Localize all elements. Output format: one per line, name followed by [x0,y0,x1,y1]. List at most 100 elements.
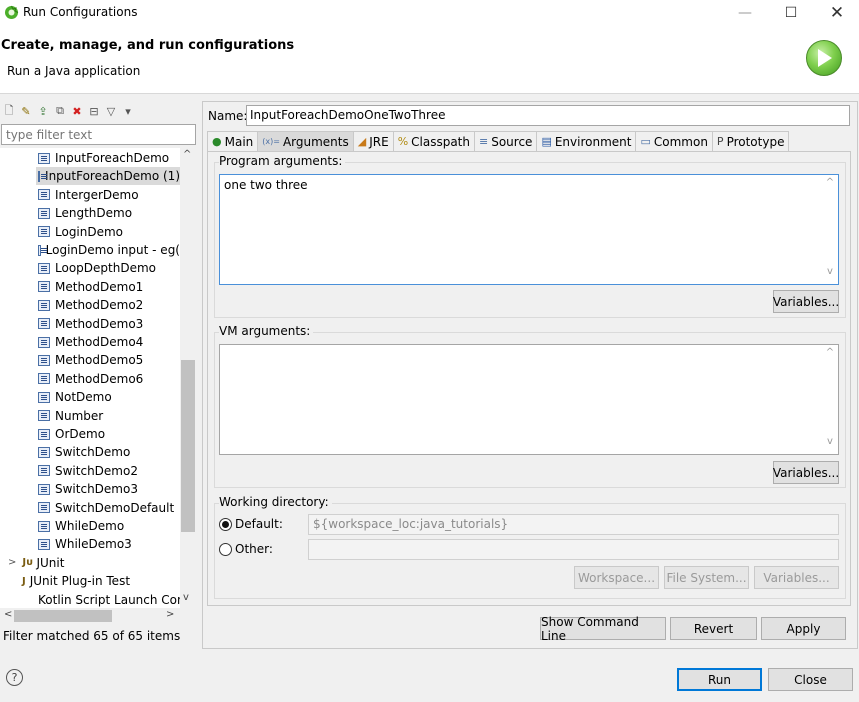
tree-item[interactable]: InputForeachDemo (1) [36,167,180,186]
tree-item[interactable]: LoginDemo input - eg( [36,241,180,259]
java-app-icon [38,410,50,422]
java-app-icon [38,299,50,311]
duplicate-icon[interactable]: ⧉ [53,104,67,118]
working-dir-variables-button[interactable]: Variables... [754,566,839,589]
java-app-icon [38,336,50,348]
tab-classpath[interactable]: % Classpath [392,131,475,151]
tree-item-label: MethodDemo4 [55,335,144,349]
tree-item[interactable]: WhileDemo [36,517,180,535]
tree-item[interactable]: LoginDemo [36,223,180,241]
filter-icon[interactable]: ▽ [104,104,118,118]
tree-item-label: OrDemo [55,427,106,441]
java-app-icon [38,446,50,458]
tree-category-junit-plugin[interactable]: J JUnit Plug-in Test [22,572,130,590]
java-app-icon [38,189,50,201]
tree-item[interactable]: IntergerDemo [36,186,180,204]
banner-subtitle: Run a Java application [7,64,141,78]
tree-item[interactable]: NotDemo [36,388,180,406]
run-button[interactable]: Run [677,668,762,691]
java-app-icon [38,281,50,293]
java-app-icon [38,226,50,238]
new-prototype-icon[interactable]: ✎ [19,104,33,118]
close-window-button[interactable]: ✕ [814,0,859,26]
tree-item[interactable]: MethodDemo2 [36,296,180,314]
close-button[interactable]: Close [768,668,853,691]
tab-source[interactable]: ≡ Source [474,131,538,151]
tree-item[interactable]: MethodDemo6 [36,370,180,388]
scroll-right-icon[interactable]: > [166,609,174,620]
tree-item[interactable]: InputForeachDemo [36,149,180,167]
workspace-button[interactable]: Workspace... [574,566,659,589]
vm-args-textarea[interactable] [219,344,839,455]
export-icon[interactable]: ⇪ [36,104,50,118]
default-label: Default: [235,517,283,531]
tree-vertical-thumb[interactable] [181,360,195,532]
collapse-all-icon[interactable]: ⊟ [87,104,101,118]
new-config-icon[interactable]: 🗋 [2,104,16,118]
file-system-button[interactable]: File System... [664,566,749,589]
working-dir-label: Working directory: [219,495,332,509]
tree-item[interactable]: LengthDemo [36,204,180,222]
view-menu-icon[interactable]: ▾ [121,104,135,118]
program-args-label: Program arguments: [219,154,346,168]
scroll-down-icon[interactable]: v [822,266,838,277]
java-app-icon [38,244,46,256]
scroll-up-icon[interactable]: ^ [183,149,191,160]
tab-arguments[interactable]: (x)= Arguments [257,131,354,151]
tree-item[interactable]: OrDemo [36,425,180,443]
program-args-textarea[interactable]: one two three [219,174,839,285]
tab-label: Main [224,134,254,149]
default-radio[interactable] [219,518,232,531]
tree-item[interactable]: SwitchDemo [36,443,180,461]
tab-environment[interactable]: ▤ Environment [536,131,637,151]
tree-item[interactable]: WhileDemo3 [36,535,180,553]
tab-label: Source [491,134,533,149]
tree-item-label: LoopDepthDemo [55,261,156,276]
vm-variables-button[interactable]: Variables... [773,461,839,484]
tree-item[interactable]: MethodDemo3 [36,315,180,333]
tree-item-label: NotDemo [55,390,112,405]
scroll-left-icon[interactable]: < [4,609,12,620]
tree-item-label: WhileDemo3 [55,537,132,552]
classpath-icon: % [397,135,409,148]
tab-prototype[interactable]: P Prototype [711,131,790,151]
arguments-icon: (x)= [262,137,280,146]
delete-icon[interactable]: ✖ [70,104,84,118]
tree-category-kotlin[interactable]: Kotlin Script Launch Conf [38,591,189,608]
tab-label: Environment [554,134,632,149]
help-icon[interactable]: ? [6,669,23,686]
other-radio[interactable] [219,543,232,556]
tree-item[interactable]: Number [36,407,180,425]
show-command-line-button[interactable]: Show Command Line [540,615,666,643]
filter-input[interactable] [1,124,196,145]
tree-category-junit[interactable]: > Jᴜ JUnit [8,554,64,572]
maximize-button[interactable]: ☐ [768,0,814,26]
eclipse-app-icon [4,5,19,20]
apply-button[interactable]: Apply [761,617,846,640]
tab-jre[interactable]: ◢ JRE [352,131,394,151]
name-field[interactable]: InputForeachDemoOneTwoThree [246,105,850,126]
jre-icon: ◢ [357,135,367,148]
filter-status: Filter matched 65 of 65 items [3,629,181,643]
revert-button[interactable]: Revert [670,617,757,640]
minimize-button[interactable]: — [722,0,768,26]
tree-item-label: IntergerDemo [55,187,139,202]
scroll-up-icon[interactable]: ^ [822,177,838,188]
tree-item[interactable]: MethodDemo4 [36,333,180,351]
tab-common[interactable]: ▭ Common [635,131,713,151]
tree-item[interactable]: LoopDepthDemo [36,259,180,277]
tree-item[interactable]: SwitchDemoDefault [36,499,180,517]
scroll-up-icon[interactable]: ^ [822,347,838,358]
tree-item[interactable]: SwitchDemo3 [36,480,180,498]
tab-main[interactable]: ● Main [207,131,259,151]
expand-chevron-icon[interactable]: > [8,557,16,568]
scroll-down-icon[interactable]: v [822,436,838,447]
tree-item[interactable]: SwitchDemo2 [36,462,180,480]
tree-item[interactable]: MethodDemo1 [36,278,180,296]
config-tabs: ● Main (x)= Arguments ◢ JRE% Classpath ≡ Source ▤… [207,131,790,151]
default-dir-field: ${workspace_loc:java_tutorials} [308,514,839,535]
tree-horizontal-thumb[interactable] [14,610,112,622]
tree-item[interactable]: MethodDemo5 [36,351,180,369]
program-variables-button[interactable]: Variables... [773,290,839,313]
scroll-down-icon[interactable]: v [183,592,189,603]
